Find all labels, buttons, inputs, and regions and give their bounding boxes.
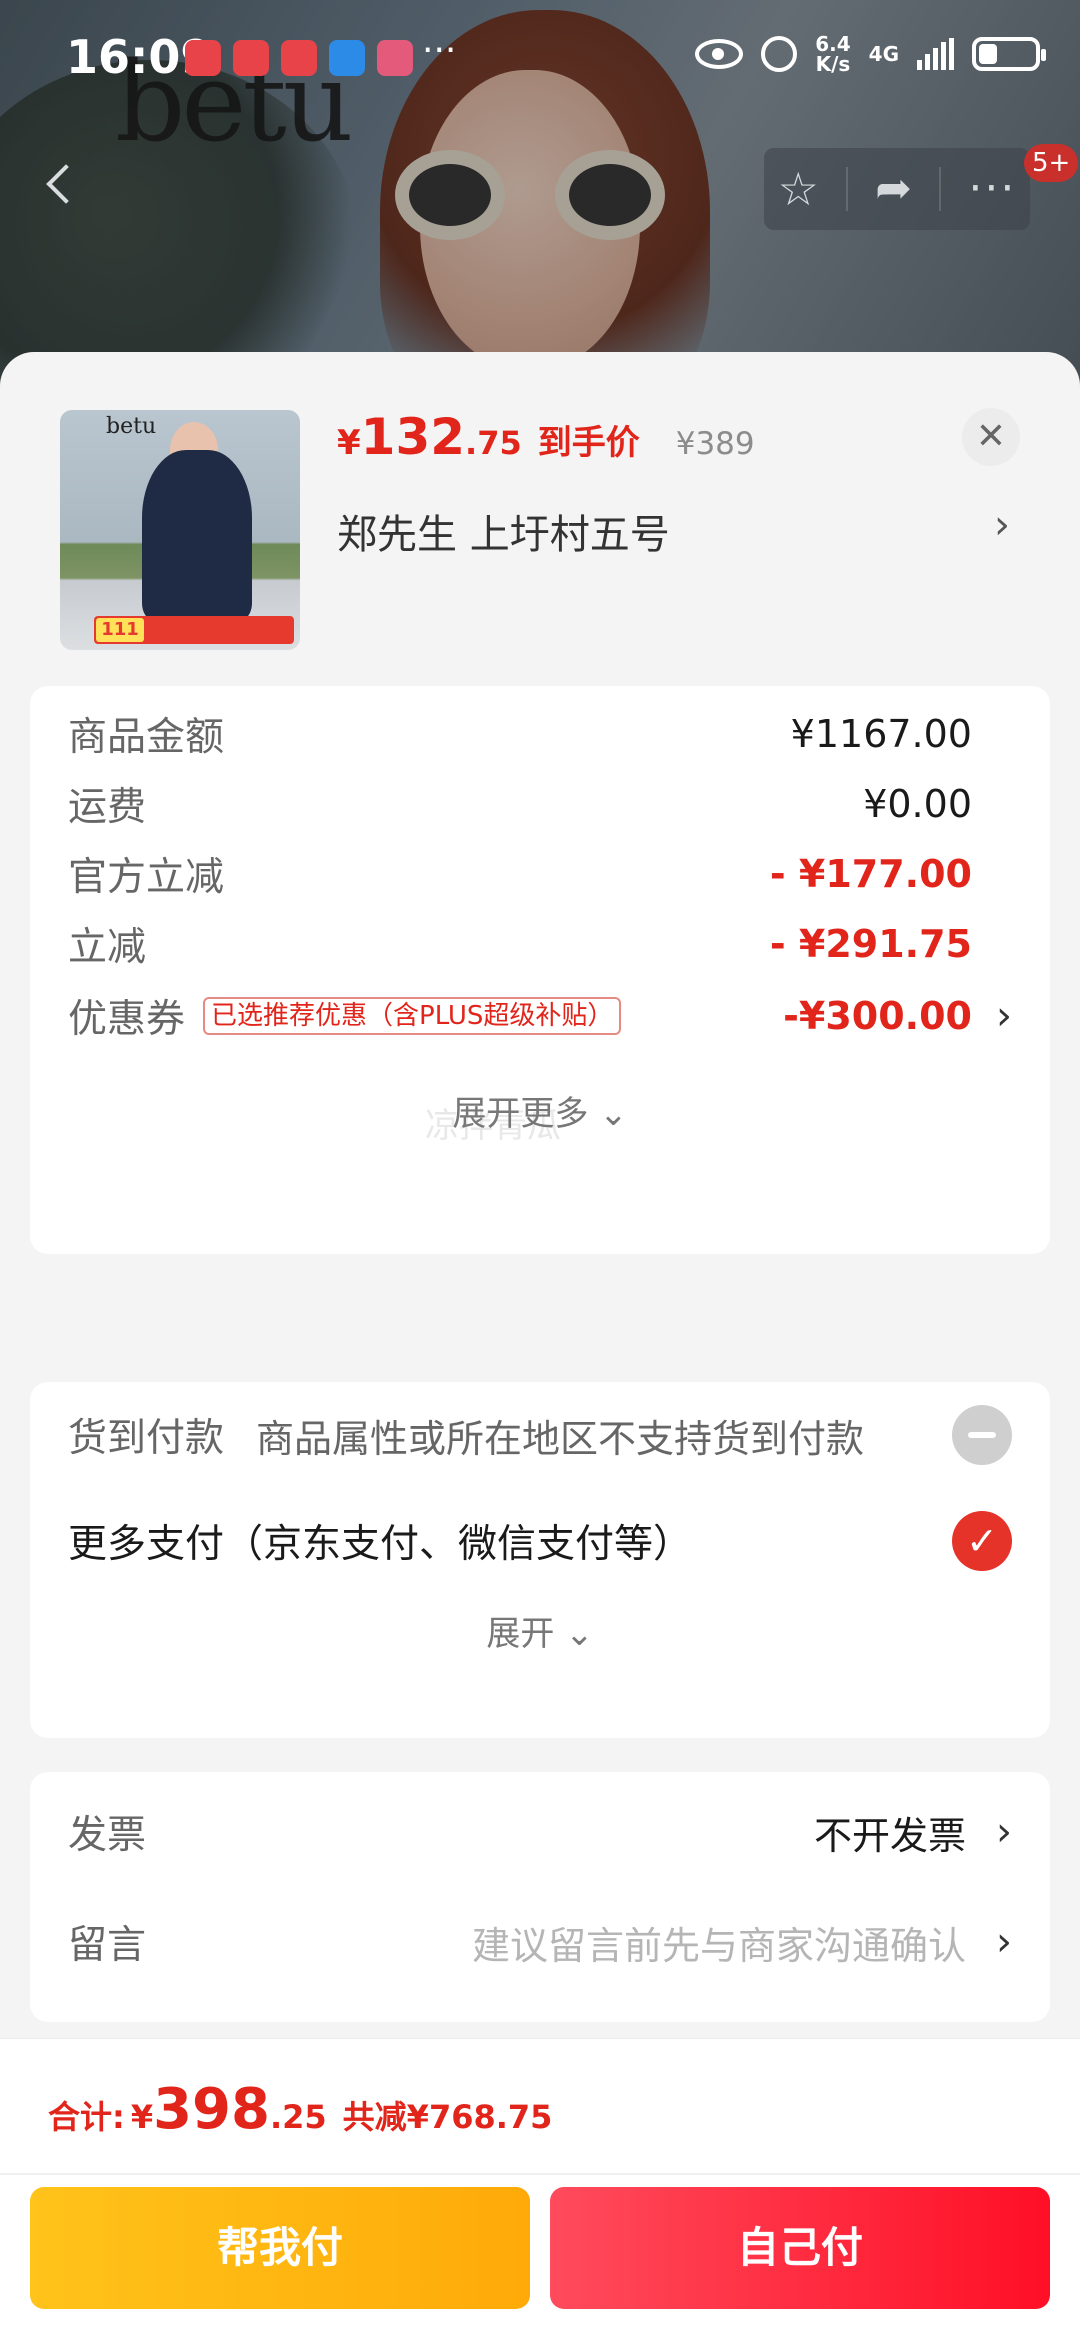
summary-label: 运费 [68,785,147,830]
chevron-right-icon: › [996,993,1012,1039]
memo-input[interactable]: 建议留言前先与商家沟通确认 [472,1915,966,1970]
expand-payment-button[interactable]: 展开 ⌄ [30,1606,1050,1655]
summary-label: 官方立减 [68,855,225,900]
thumb-promo-number: 111 [96,618,144,642]
payment-method-card: 货到付款 商品属性或所在地区不支持货到付款 更多支付（京东支付、微信支付等） ✓… [30,1382,1050,1738]
nav-divider [939,167,942,211]
address-chevron-icon[interactable]: › [994,502,1010,548]
notification-icons [185,40,413,76]
message-badge: 5+ [1024,144,1079,182]
cod-desc: 商品属性或所在地区不支持货到付款 [256,1416,865,1461]
share-icon[interactable]: ➦ [875,167,912,211]
summary-value: ¥0.00 [863,782,972,826]
final-price: ¥ 132 .75 到手价 ¥389 [337,408,755,466]
coupon-tag: 已选推荐优惠（含PLUS超级补贴） [203,997,622,1035]
extras-card: 发票 不开发票 › 留言 建议留言前先与商家沟通确认 › [30,1772,1050,2022]
summary-row: 商品金额 ¥1167.00 [68,704,1012,764]
summary-value: - ¥177.00 [769,852,972,896]
invoice-label: 发票 [68,1813,147,1858]
more-pay-label: 更多支付（京东支付、微信支付等） [68,1522,693,1567]
nav-actions: ☆ ➦ ··· [764,148,1030,230]
chevron-right-icon: › [996,1919,1012,1965]
total-decimal: .25 [269,2098,327,2136]
speed-value: 6.4 [815,32,851,56]
status-bar: 16:09 ··· 6.4 K/s 4G [0,0,1080,120]
coupon-row[interactable]: 优惠券 已选推荐优惠（含PLUS超级补贴） -¥300.00 › [68,986,1012,1046]
huawei-notification-icon [281,40,317,76]
network-speed: 6.4 K/s [815,34,850,74]
total-saved: 共减¥768.75 [342,2098,553,2136]
price-decimal: .75 [465,424,522,462]
delivery-address[interactable]: 郑先生 上圩村五号 [337,502,670,560]
summary-value: ¥1167.00 [790,712,972,756]
chevron-right-icon: › [996,1809,1012,1855]
payment-option-more[interactable]: 更多支付（京东支付、微信支付等） ✓ [68,1506,1012,1576]
price-summary-card: 商品金额 ¥1167.00 运费 ¥0.00 官方立减 - ¥177.00 立减… [30,686,1050,1254]
summary-row: 运费 ¥0.00 [68,774,1012,834]
summary-label: 立减 [68,925,147,970]
cod-label: 货到付款 [68,1416,225,1461]
thumb-dress [142,450,252,620]
price-label: 到手价 [537,423,640,463]
memo-label: 留言 [68,1923,147,1968]
price-currency: ¥ [337,423,361,463]
app-notification-icon [233,40,269,76]
help-pay-button[interactable]: 帮我付 [30,2187,530,2309]
coupon-value: -¥300.00 [783,994,972,1038]
more-icon[interactable]: ··· [968,167,1016,211]
original-price: ¥389 [675,426,755,462]
invoice-value: 不开发票 [813,1813,966,1858]
checkout-footer: 合计: ¥ 398 .25 共减¥768.75 帮我付 自己付 [0,2038,1080,2340]
summary-row: 官方立减 - ¥177.00 [68,844,1012,904]
status-right: 6.4 K/s 4G [695,34,1046,74]
thumb-logo: betu [106,414,157,439]
alarm-icon [761,36,798,72]
star-icon[interactable]: ☆ [778,166,819,212]
price-integer: 132 [360,408,466,466]
invoice-row[interactable]: 发票 不开发票 › [68,1802,1012,1862]
memo-row[interactable]: 留言 建议留言前先与商家沟通确认 › [68,1912,1012,1972]
total-label: 合计: [48,2098,125,2136]
app-notification-icon [185,40,221,76]
signal-icon [917,38,954,70]
payment-option-cod: 货到付款 商品属性或所在地区不支持货到付款 [68,1400,1012,1470]
check-icon[interactable]: ✓ [952,1511,1012,1571]
product-thumbnail[interactable]: betu 111 [60,410,300,650]
status-more-icon: ··· [422,30,457,71]
total-amount: 合计: ¥ 398 .25 共减¥768.75 [48,2077,552,2142]
total-integer: 398 [153,2077,270,2142]
close-button[interactable]: ✕ [962,408,1020,466]
battery-icon [972,37,1046,71]
nav-divider [846,167,848,211]
network-type: 4G [868,42,899,66]
coupon-label: 优惠券 [68,997,186,1042]
total-currency: ¥ [130,2098,154,2136]
summary-row: 立减 - ¥291.75 [68,914,1012,974]
footer-divider [0,2173,1080,2175]
promo-notification-icon [377,40,413,76]
eye-icon [695,39,744,69]
shield-notification-icon [329,40,365,76]
summary-label: 商品金额 [68,715,225,760]
self-pay-button[interactable]: 自己付 [550,2187,1050,2309]
disabled-icon [952,1405,1012,1465]
speed-unit: K/s [815,52,851,76]
expand-more-button[interactable]: 展开更多 ⌄ [30,1086,1050,1135]
product-header: betu 111 ¥ 132 .75 到手价 ¥389 ✕ 郑先生 上圩村五号 … [0,352,1080,682]
summary-value: - ¥291.75 [769,922,972,966]
